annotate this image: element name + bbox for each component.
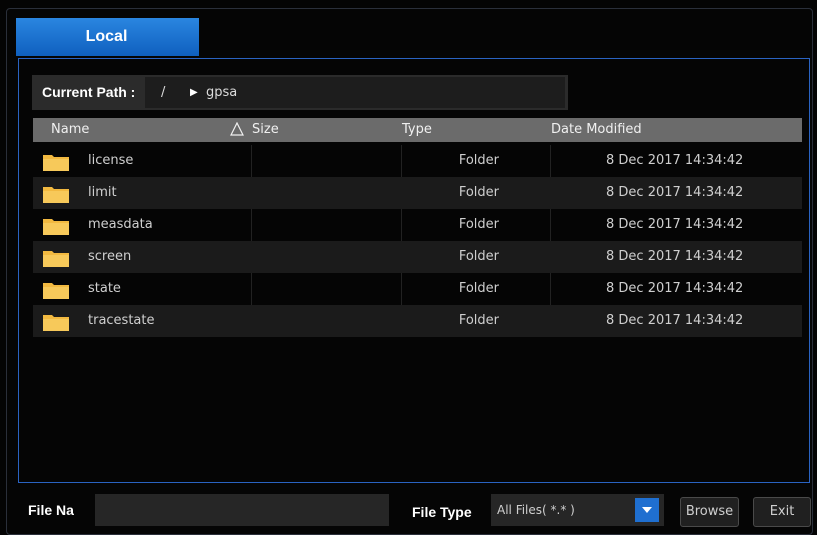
file-date: 8 Dec 2017 14:34:42 (606, 249, 744, 264)
table-row[interactable]: limit Folder 8 Dec 2017 14:34:42 (33, 177, 802, 209)
file-date: 8 Dec 2017 14:34:42 (606, 217, 744, 232)
table-row[interactable]: measdata Folder 8 Dec 2017 14:34:42 (33, 209, 802, 241)
file-date: 8 Dec 2017 14:34:42 (606, 153, 744, 168)
column-header-date[interactable]: Date Modified (551, 118, 642, 142)
file-name: screen (88, 249, 132, 264)
file-type: Folder (458, 249, 499, 264)
file-name: limit (88, 185, 117, 200)
file-list: license Folder 8 Dec 2017 14:34:42 limit… (33, 145, 802, 337)
table-header: Name Size Type Date Modified (33, 118, 802, 142)
file-name: tracestate (88, 313, 155, 328)
triangle-right-icon: ▶ (190, 87, 198, 98)
column-header-size[interactable]: Size (252, 118, 279, 142)
file-name-input[interactable] (95, 494, 389, 526)
folder-icon (43, 187, 69, 203)
path-current-dir[interactable]: gpsa (206, 77, 237, 108)
current-path-label: Current Path : (42, 84, 136, 100)
file-type: Folder (458, 217, 499, 232)
chevron-down-icon (642, 507, 652, 513)
sort-ascending-icon[interactable] (230, 122, 244, 136)
file-name: license (88, 153, 134, 168)
table-row[interactable]: tracestate Folder 8 Dec 2017 14:34:42 (33, 305, 802, 337)
tab-local[interactable]: Local (16, 18, 199, 56)
file-type-select[interactable]: All Files( *.* ) (491, 494, 664, 526)
file-name-label: File Na (28, 502, 74, 518)
file-date: 8 Dec 2017 14:34:42 (606, 313, 744, 328)
current-path-bar: Current Path : / ▶ gpsa (32, 75, 568, 110)
current-path-field[interactable]: / ▶ gpsa (145, 77, 565, 108)
folder-icon (43, 283, 69, 299)
file-type-label: File Type (412, 504, 472, 520)
browse-button[interactable]: Browse (680, 497, 739, 527)
table-row[interactable]: screen Folder 8 Dec 2017 14:34:42 (33, 241, 802, 273)
file-date: 8 Dec 2017 14:34:42 (606, 281, 744, 296)
file-type: Folder (458, 185, 499, 200)
folder-icon (43, 315, 69, 331)
dropdown-button[interactable] (635, 498, 659, 522)
file-type: Folder (458, 281, 499, 296)
folder-icon (43, 155, 69, 171)
table-row[interactable]: license Folder 8 Dec 2017 14:34:42 (33, 145, 802, 177)
file-type: Folder (458, 313, 499, 328)
column-header-name[interactable]: Name (51, 118, 89, 142)
file-type: Folder (458, 153, 499, 168)
path-root[interactable]: / (161, 77, 165, 108)
exit-button[interactable]: Exit (753, 497, 811, 527)
file-date: 8 Dec 2017 14:34:42 (606, 185, 744, 200)
table-row[interactable]: state Folder 8 Dec 2017 14:34:42 (33, 273, 802, 305)
file-type-value: All Files( *.* ) (497, 503, 575, 517)
folder-icon (43, 219, 69, 235)
folder-icon (43, 251, 69, 267)
file-name: state (88, 281, 121, 296)
column-header-type[interactable]: Type (402, 118, 432, 142)
file-name: measdata (88, 217, 153, 232)
